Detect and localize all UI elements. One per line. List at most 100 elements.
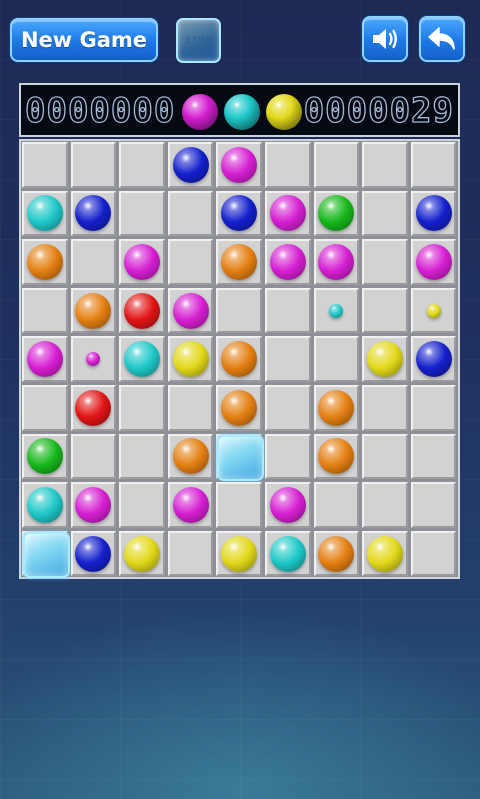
board-cell[interactable] <box>119 142 165 188</box>
board-cell[interactable] <box>265 239 311 285</box>
board-cell[interactable] <box>119 385 165 431</box>
board-cell[interactable] <box>22 239 68 285</box>
board-cell[interactable] <box>119 530 165 577</box>
board-cell[interactable] <box>119 482 165 528</box>
board-cell[interactable] <box>119 239 165 285</box>
board-cell[interactable] <box>70 142 117 188</box>
ball-magenta <box>75 486 112 523</box>
board-cell[interactable] <box>119 336 165 382</box>
ball-blue <box>415 195 452 232</box>
board-cell[interactable] <box>362 530 408 577</box>
board-cell[interactable] <box>22 482 68 528</box>
board-cell[interactable] <box>70 287 117 334</box>
board-cell[interactable] <box>362 287 408 334</box>
speaker-icon <box>373 29 397 49</box>
ball-orange <box>221 341 258 378</box>
board-cell[interactable] <box>167 433 214 480</box>
board-cell[interactable] <box>313 433 360 480</box>
ball-green <box>26 438 63 475</box>
board-cell[interactable] <box>167 530 214 577</box>
board-cell[interactable] <box>167 190 214 237</box>
sound-button[interactable] <box>362 16 408 62</box>
board-cell[interactable] <box>313 482 360 528</box>
board-cell[interactable] <box>410 482 457 528</box>
board-cell[interactable] <box>70 336 117 382</box>
board-cell[interactable] <box>216 482 262 528</box>
board-cell[interactable] <box>216 385 262 431</box>
board-cell[interactable] <box>265 287 311 334</box>
board-cell[interactable] <box>362 239 408 285</box>
board-cell[interactable] <box>313 530 360 577</box>
board-cell[interactable] <box>265 142 311 188</box>
board-cell[interactable] <box>362 336 408 382</box>
board-cell[interactable] <box>265 530 311 577</box>
board-cell[interactable] <box>216 433 264 482</box>
board-cell[interactable] <box>265 433 311 480</box>
board-cell[interactable] <box>22 190 68 237</box>
board-cell[interactable] <box>70 530 117 577</box>
board-cell[interactable] <box>70 190 117 237</box>
board-cell[interactable] <box>265 385 311 431</box>
board-cell[interactable] <box>70 385 117 431</box>
board-cell[interactable] <box>313 385 360 431</box>
board-cell[interactable] <box>70 482 117 528</box>
board-cell[interactable] <box>362 190 408 237</box>
board-cell[interactable] <box>119 287 165 334</box>
ball-blue <box>75 195 112 232</box>
board-cell[interactable] <box>119 190 165 237</box>
board-cell[interactable] <box>22 530 70 579</box>
board-cell[interactable] <box>70 433 117 480</box>
board-cell[interactable] <box>70 239 117 285</box>
ball-yellow <box>366 341 403 378</box>
board-cell[interactable] <box>167 239 214 285</box>
board-cell[interactable] <box>216 190 262 237</box>
board-cell[interactable] <box>216 287 262 334</box>
board-cell[interactable] <box>410 142 457 188</box>
board-cell[interactable] <box>167 287 214 334</box>
board-cell[interactable] <box>313 239 360 285</box>
board-cell[interactable] <box>313 287 360 334</box>
ball-cyan <box>26 195 63 232</box>
board-cell[interactable] <box>167 482 214 528</box>
board-cell[interactable] <box>410 239 457 285</box>
board-cell[interactable] <box>167 142 214 188</box>
ball-magenta <box>269 195 306 232</box>
board-cell[interactable] <box>410 530 457 577</box>
next-ball-cyan <box>224 94 260 130</box>
board-cell[interactable] <box>265 190 311 237</box>
board-cell[interactable] <box>22 433 68 480</box>
board-cell[interactable] <box>265 336 311 382</box>
board-cell[interactable] <box>265 482 311 528</box>
board-cell[interactable] <box>22 287 68 334</box>
board-cell[interactable] <box>167 336 214 382</box>
undo-button[interactable] <box>419 16 465 62</box>
board-cell[interactable] <box>216 336 262 382</box>
board-cell[interactable] <box>22 385 68 431</box>
board-cell[interactable] <box>216 530 262 577</box>
board-cell[interactable] <box>313 142 360 188</box>
board-cell[interactable] <box>22 336 68 382</box>
ball-orange <box>75 292 112 329</box>
new-game-button[interactable]: New Game <box>10 18 158 62</box>
board-cell[interactable] <box>362 433 408 480</box>
board-cell[interactable] <box>410 287 457 334</box>
board-cell[interactable] <box>410 385 457 431</box>
board-cell[interactable] <box>167 385 214 431</box>
board-cell[interactable] <box>216 142 262 188</box>
game-board <box>19 139 460 579</box>
ball-yellow <box>172 341 209 378</box>
board-cell[interactable] <box>313 336 360 382</box>
board-cell[interactable] <box>362 482 408 528</box>
board-cell[interactable] <box>216 239 262 285</box>
ball-cyan <box>123 341 160 378</box>
board-cell[interactable] <box>362 385 408 431</box>
board-cell[interactable] <box>410 190 457 237</box>
board-cell[interactable] <box>313 190 360 237</box>
board-cell[interactable] <box>22 142 68 188</box>
ball-magenta <box>221 146 258 183</box>
board-cell[interactable] <box>410 336 457 382</box>
board-cell[interactable] <box>410 433 457 480</box>
board-cell[interactable] <box>362 142 408 188</box>
ball-blue <box>221 195 258 232</box>
board-cell[interactable] <box>119 433 165 480</box>
